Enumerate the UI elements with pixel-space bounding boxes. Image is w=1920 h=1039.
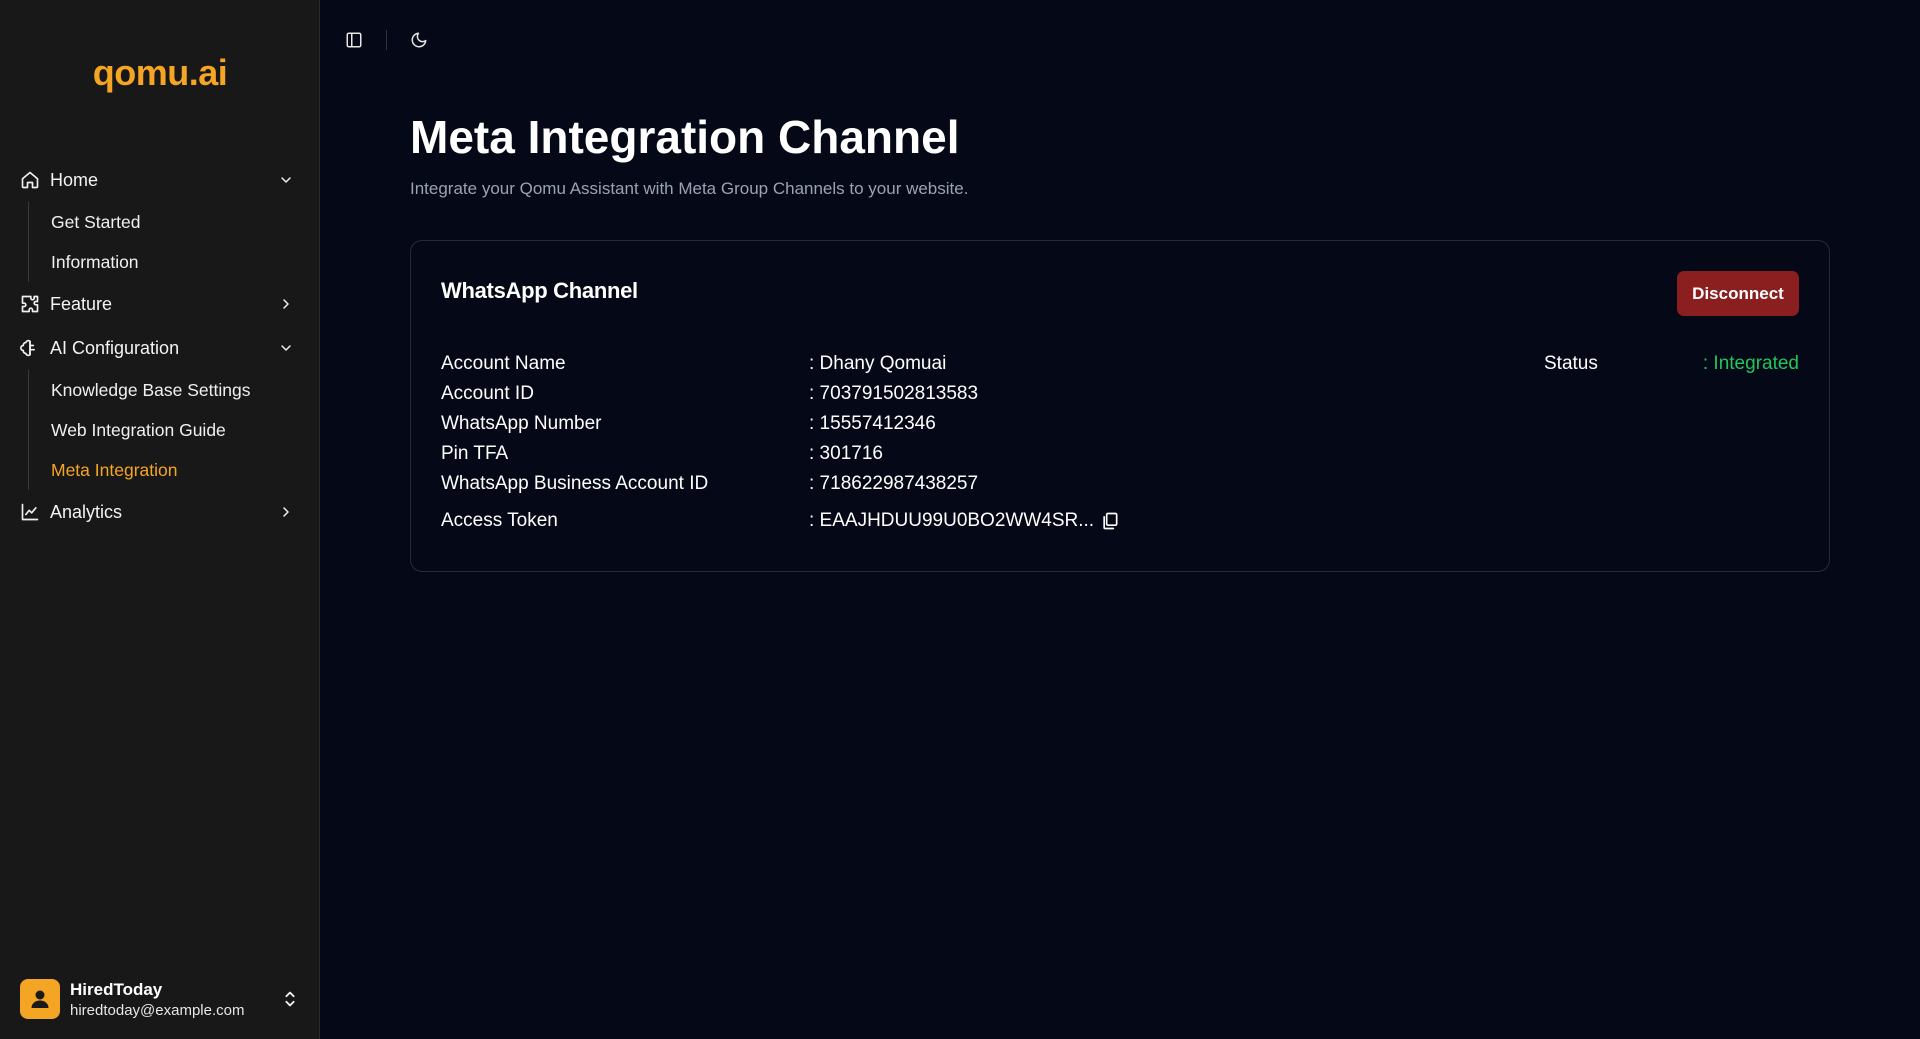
whatsapp-channel-card: WhatsApp Channel Disconnect Account Name…	[410, 240, 1830, 572]
field-label: Account ID	[441, 383, 534, 404]
sidebar-subgroup-home: Get Started Information	[28, 202, 320, 282]
sidebar: qomu.ai Home Get Started Information Fea…	[0, 0, 320, 1039]
sidebar-subgroup-ai-configuration: Knowledge Base Settings Web Integration …	[28, 370, 320, 490]
chevron-right-icon	[278, 503, 296, 521]
field-value: : 718622987438257	[809, 473, 979, 494]
card-title: WhatsApp Channel	[441, 278, 638, 303]
disconnect-button[interactable]: Disconnect	[1677, 271, 1799, 316]
sidebar-item-home[interactable]: Home	[0, 158, 320, 202]
access-token-value: : EAAJHDUU99U0BO2WW4SR...	[809, 510, 1095, 531]
sidebar-nav: Home Get Started Information Feature AI …	[0, 158, 320, 534]
sidebar-item-analytics[interactable]: Analytics	[0, 490, 320, 534]
sidebar-toggle-icon	[346, 32, 362, 48]
user-icon	[31, 990, 49, 1008]
sidebar-item-web-integration-guide[interactable]: Web Integration Guide	[29, 410, 320, 450]
field-label: WhatsApp Business Account ID	[441, 473, 709, 494]
field-label: WhatsApp Number	[441, 413, 602, 434]
field-value: : Dhany Qomuai	[809, 353, 947, 374]
chevron-right-icon	[278, 295, 296, 313]
field-whatsapp-number: WhatsApp Number : 15557412346	[441, 409, 1241, 439]
chart-line-icon	[20, 501, 42, 523]
sidebar-item-label: Analytics	[50, 501, 123, 522]
home-icon	[20, 169, 42, 191]
user-email: hiredtoday@example.com	[70, 1001, 245, 1019]
sidebar-item-get-started[interactable]: Get Started	[29, 202, 320, 242]
sidebar-item-feature[interactable]: Feature	[0, 282, 320, 326]
sidebar-item-knowledge-base-settings[interactable]: Knowledge Base Settings	[29, 370, 320, 410]
sidebar-toggle-button[interactable]	[340, 26, 368, 54]
theme-toggle-button[interactable]	[405, 26, 433, 54]
sidebar-item-label: Home	[50, 169, 99, 190]
page-subtitle: Integrate your Qomu Assistant with Meta …	[410, 179, 969, 198]
user-info: HiredToday hiredtoday@example.com	[70, 980, 280, 1019]
account-details: Account Name : Dhany Qomuai Account ID :…	[441, 349, 1241, 536]
sidebar-item-meta-integration[interactable]: Meta Integration	[29, 450, 320, 490]
topbar-divider	[386, 30, 387, 50]
field-pin-tfa: Pin TFA : 301716	[441, 439, 1241, 469]
chevrons-up-down-icon[interactable]	[280, 988, 300, 1010]
page-title: Meta Integration Channel	[410, 111, 960, 163]
field-account-name: Account Name : Dhany Qomuai	[441, 349, 1241, 379]
user-menu[interactable]: HiredToday hiredtoday@example.com	[20, 977, 300, 1021]
status-label: Status	[1544, 353, 1598, 374]
sidebar-item-ai-configuration[interactable]: AI Configuration	[0, 326, 320, 370]
sidebar-item-label: Feature	[50, 293, 113, 314]
chevron-down-icon	[278, 339, 296, 357]
copy-icon[interactable]	[1100, 511, 1120, 531]
app-logo[interactable]: qomu.ai	[0, 52, 320, 94]
puzzle-icon	[20, 293, 42, 315]
field-access-token: Access Token : EAAJHDUU99U0BO2WW4SR...	[441, 506, 1241, 536]
avatar	[20, 979, 60, 1019]
field-account-id: Account ID : 703791502813583	[441, 379, 1241, 409]
user-name: HiredToday	[70, 979, 163, 999]
field-value-wrap: : EAAJHDUU99U0BO2WW4SR...	[809, 510, 1120, 532]
topbar	[340, 26, 433, 54]
field-label: Pin TFA	[441, 443, 509, 464]
sidebar-item-label: AI Configuration	[50, 337, 180, 358]
chevron-down-icon	[278, 171, 296, 189]
field-label: Access Token	[441, 510, 558, 531]
moon-icon	[411, 32, 427, 48]
sidebar-item-information[interactable]: Information	[29, 242, 320, 282]
status-badge: : Integrated	[1702, 353, 1799, 374]
brain-icon	[20, 337, 42, 359]
field-label: Account Name	[441, 353, 566, 374]
field-value: : 301716	[809, 443, 883, 464]
field-value: : 703791502813583	[809, 383, 979, 404]
field-business-account-id: WhatsApp Business Account ID : 718622987…	[441, 469, 1241, 499]
field-value: : 15557412346	[809, 413, 936, 434]
